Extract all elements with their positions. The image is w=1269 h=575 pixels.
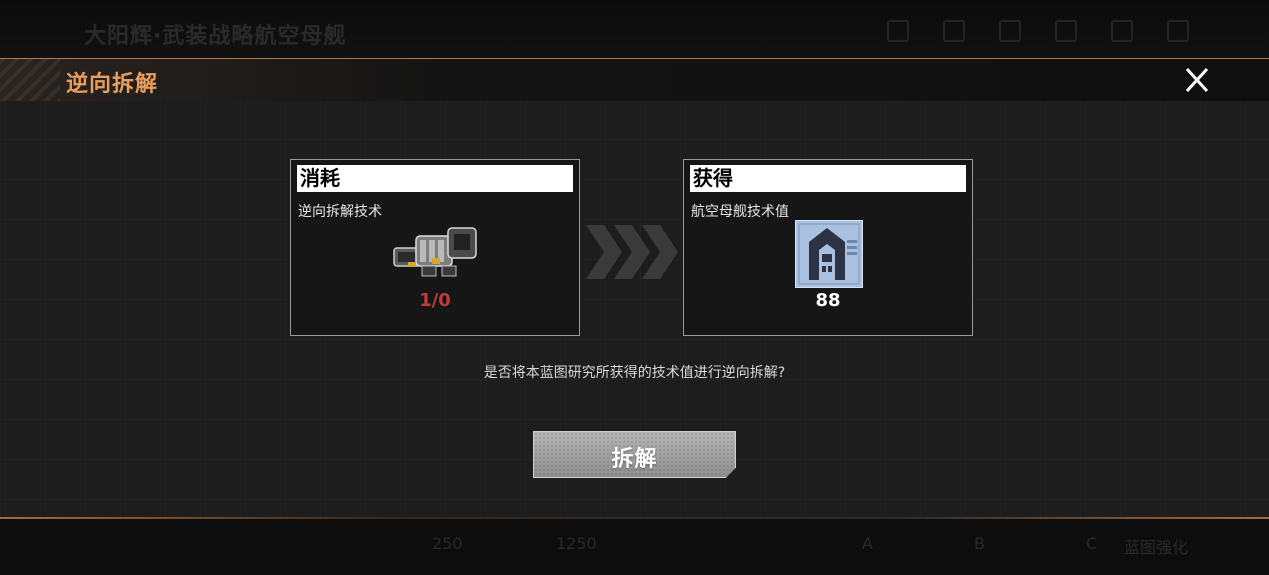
disassemble-button-label: 拆解 — [611, 447, 658, 472]
background-label: 蓝图强化 — [1124, 538, 1189, 557]
background-toolbar — [887, 20, 1189, 42]
close-button[interactable] — [1180, 65, 1214, 95]
background-value: 1250 — [556, 534, 597, 553]
background-tab: B — [974, 534, 985, 553]
background-tab: C — [1086, 534, 1098, 553]
dialog-bottom-divider — [0, 517, 1269, 519]
mechanical-part-icon — [393, 227, 477, 277]
header-decoration — [0, 59, 60, 101]
dialog-title: 逆向拆解 — [66, 72, 159, 97]
carrier-tech-icon — [795, 220, 863, 288]
gain-item-name: 航空母舰技术值 — [691, 204, 789, 220]
background-bottom-bar: 250 1250 A B C 蓝图强化 — [0, 518, 1269, 575]
dialog-header: 逆向拆解 — [0, 59, 1269, 101]
background-title: 大阳辉·武装战略航空母舰 — [84, 24, 347, 49]
background-icon — [1055, 20, 1077, 42]
confirmation-prompt: 是否将本蓝图研究所获得的技术值进行逆向拆解? — [483, 365, 786, 381]
gain-count: 88 — [815, 290, 841, 311]
consume-count: 1/0 — [419, 290, 451, 311]
background-icon — [999, 20, 1021, 42]
disassemble-button[interactable]: 拆解 — [533, 431, 736, 478]
chevron-arrows-icon — [586, 225, 678, 279]
background-icon — [1111, 20, 1133, 42]
gain-panel: 获得 航空母舰技术值 88 — [683, 159, 973, 336]
gain-label: 获得 — [690, 165, 966, 192]
background-tab: A — [862, 534, 873, 553]
consume-panel: 消耗 逆向拆解技术 1/0 — [290, 159, 580, 336]
background-icon — [887, 20, 909, 42]
background-icon — [943, 20, 965, 42]
consume-item-name: 逆向拆解技术 — [298, 204, 382, 220]
consume-label: 消耗 — [297, 165, 573, 192]
background-top-bar: 大阳辉·武装战略航空母舰 — [0, 0, 1269, 58]
reverse-disassembly-dialog: 逆向拆解 消耗 逆向拆解技术 1/0 获得 航空母舰技术值 88 是否将本蓝图研… — [0, 58, 1269, 519]
close-icon — [1185, 67, 1209, 93]
background-icon — [1167, 20, 1189, 42]
background-value: 250 — [432, 534, 463, 553]
